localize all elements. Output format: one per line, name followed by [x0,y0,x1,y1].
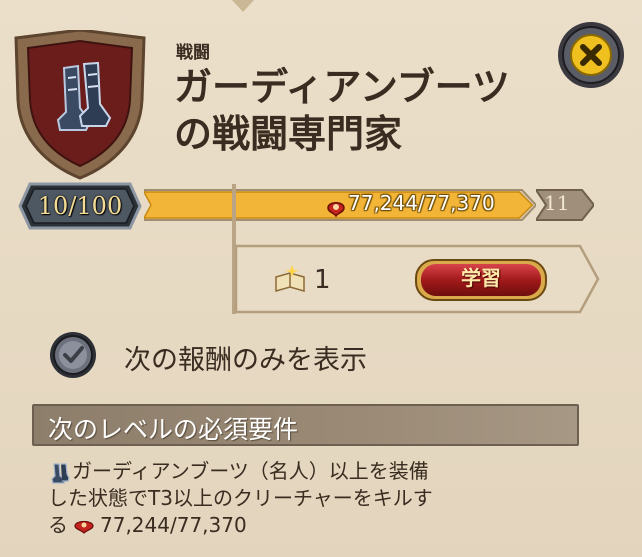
close-button[interactable] [556,20,626,90]
show-next-reward-label: 次の報酬のみを表示 [124,345,367,376]
title-line-1: ガーディアンブーツ [174,65,510,109]
level-value: 10/100 [37,192,123,220]
category-label: 戦闘 [176,43,210,63]
kill-fame-icon [327,202,345,218]
tome-icon [275,265,305,292]
specialist-panel: 戦闘 ガーディアンブーツ の戦闘専門家 10/100 77,244/77,370… [0,0,642,557]
learn-button-label: 学習 [461,266,501,290]
next-level-value: 11 [544,191,570,215]
reward-count: 1 [314,265,331,295]
panel-notch [232,0,254,12]
progress-value: 77,244/77,370 [348,191,495,215]
requirement-line-1: ガーディアンブーツ（名人）以上を装備 [72,459,429,483]
requirement-description: ガーディアンブーツ（名人）以上を装備 した状態でT3以上のクリーチャーをキルす … [48,458,568,539]
requirement-line-2: した状態でT3以上のクリーチャーをキルす [48,486,433,510]
show-next-reward-checkbox[interactable] [48,330,98,380]
page-title: ガーディアンブーツ の戦闘専門家 [174,64,574,158]
requirement-line-3: る [48,513,68,537]
kill-fame-small-icon [74,520,94,534]
item-shield-emblem [14,30,146,180]
requirement-progress: 77,244/77,370 [100,513,247,537]
title-line-2: の戦闘専門家 [174,112,403,156]
requirements-header-label: 次のレベルの必須要件 [48,415,299,444]
